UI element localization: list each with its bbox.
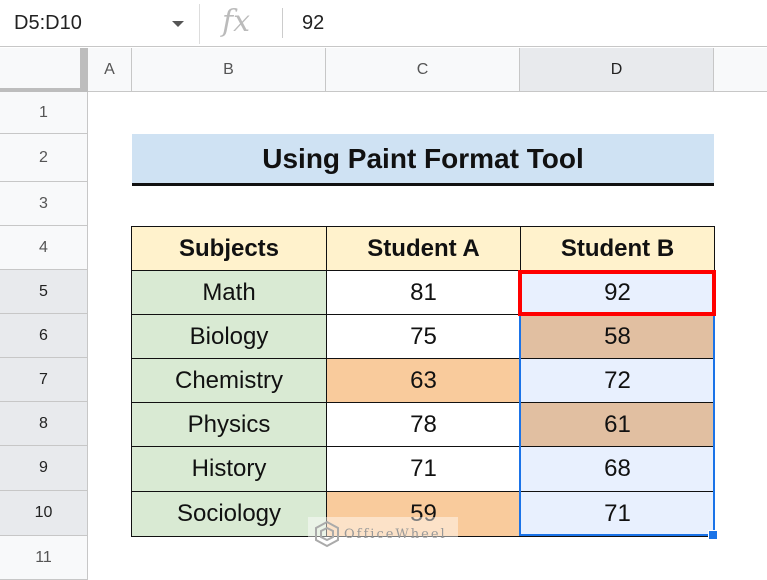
cell-student-b[interactable]: 68 <box>520 446 715 492</box>
formula-bar: D5:D10 fx 92 <box>0 0 767 47</box>
column-header-a[interactable]: A <box>88 48 132 92</box>
row-header-7[interactable]: 7 <box>0 358 88 402</box>
select-all-corner[interactable] <box>0 48 88 92</box>
row-header-5[interactable]: 5 <box>0 270 88 314</box>
divider <box>282 8 283 38</box>
row-header-6[interactable]: 6 <box>0 314 88 358</box>
name-box[interactable]: D5:D10 <box>14 12 82 35</box>
cell-student-b[interactable]: 71 <box>520 491 715 537</box>
highlight-box <box>518 270 716 316</box>
cell-student-a[interactable]: 81 <box>326 270 521 315</box>
cell-student-a[interactable]: 63 <box>326 358 521 403</box>
row-header-8[interactable]: 8 <box>0 402 88 446</box>
cell-subject[interactable]: Biology <box>131 314 327 359</box>
officewheel-logo-icon <box>315 520 339 548</box>
row-header-4[interactable]: 4 <box>0 226 88 270</box>
cell-student-a[interactable]: 78 <box>326 402 521 447</box>
cell-subject[interactable]: Physics <box>131 402 327 447</box>
fill-handle[interactable] <box>708 530 718 540</box>
header-subjects[interactable]: Subjects <box>131 226 327 271</box>
cell-student-b[interactable]: 72 <box>520 358 715 403</box>
formula-input[interactable]: 92 <box>302 12 324 35</box>
cell-subject[interactable]: Chemistry <box>131 358 327 403</box>
watermark-text: OfficeWheel <box>344 526 447 542</box>
column-header-b[interactable]: B <box>132 48 326 92</box>
column-header-d[interactable]: D <box>520 48 714 92</box>
column-header-e[interactable] <box>714 48 767 92</box>
cell-student-a[interactable]: 75 <box>326 314 521 359</box>
row-header-3[interactable]: 3 <box>0 182 88 226</box>
row-header-11[interactable]: 11 <box>0 536 88 580</box>
cell-student-b[interactable]: 58 <box>520 314 715 359</box>
divider <box>199 4 200 44</box>
cell-subject[interactable]: Math <box>131 270 327 315</box>
name-box-dropdown-icon[interactable] <box>172 21 184 27</box>
row-header-10[interactable]: 10 <box>0 491 88 536</box>
header-student-a[interactable]: Student A <box>326 226 521 271</box>
cell-student-a[interactable]: 71 <box>326 446 521 492</box>
row-header-9[interactable]: 9 <box>0 446 88 491</box>
column-header-c[interactable]: C <box>326 48 520 92</box>
row-header-1[interactable]: 1 <box>0 92 88 134</box>
cell-subject[interactable]: History <box>131 446 327 492</box>
fx-icon: fx <box>222 4 251 39</box>
row-header-2[interactable]: 2 <box>0 134 88 182</box>
cell-student-b[interactable]: 61 <box>520 402 715 447</box>
cell-subject[interactable]: Sociology <box>131 491 327 537</box>
sheet-title[interactable]: Using Paint Format Tool <box>132 134 714 186</box>
header-student-b[interactable]: Student B <box>520 226 715 271</box>
watermark: OfficeWheel <box>308 517 458 551</box>
